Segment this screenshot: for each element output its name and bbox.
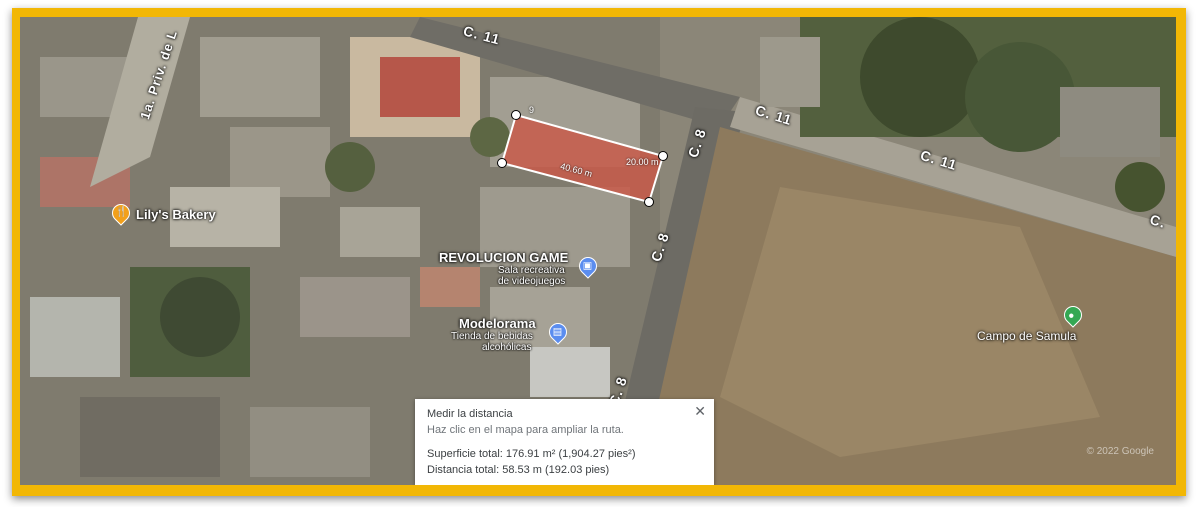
panel-hint: Haz clic en el mapa para ampliar la ruta… — [427, 424, 624, 436]
measure-label-short: 20.00 m — [626, 157, 659, 167]
poi-modelorama-sub1: Tienda de bebidas — [451, 331, 533, 342]
poi-revolucion-game[interactable]: REVOLUCION GAME — [439, 250, 568, 265]
total-distance: Distancia total: 58.53 m (192.03 pies) — [427, 464, 610, 476]
poi-modelorama-sub2: alcohólicas — [482, 342, 532, 353]
poi-campo-de-samula[interactable]: Campo de Samula — [977, 329, 1076, 343]
close-icon[interactable]: ✕ — [694, 403, 706, 420]
poi-lilys-bakery[interactable]: Lily's Bakery — [136, 207, 216, 222]
measure-distance-panel: Medir la distancia Haz clic en el mapa p… — [415, 399, 714, 485]
measure-label-small: 9 — [529, 105, 535, 115]
map-watermark: © 2022 Google — [1086, 446, 1154, 457]
poi-revolucion-game-sub2: de videojuegos — [498, 276, 566, 287]
poi-revolucion-game-sub1: Sala recreativa — [498, 265, 565, 276]
total-area: Superficie total: 176.91 m² (1,904.27 pi… — [427, 448, 636, 460]
poi-modelorama[interactable]: Modelorama — [459, 316, 536, 331]
satellite-map[interactable]: 40.60 m 20.00 m 9 C. 11 C. 11 C. 11 C. C… — [20, 17, 1176, 485]
panel-title: Medir la distancia — [427, 408, 513, 420]
